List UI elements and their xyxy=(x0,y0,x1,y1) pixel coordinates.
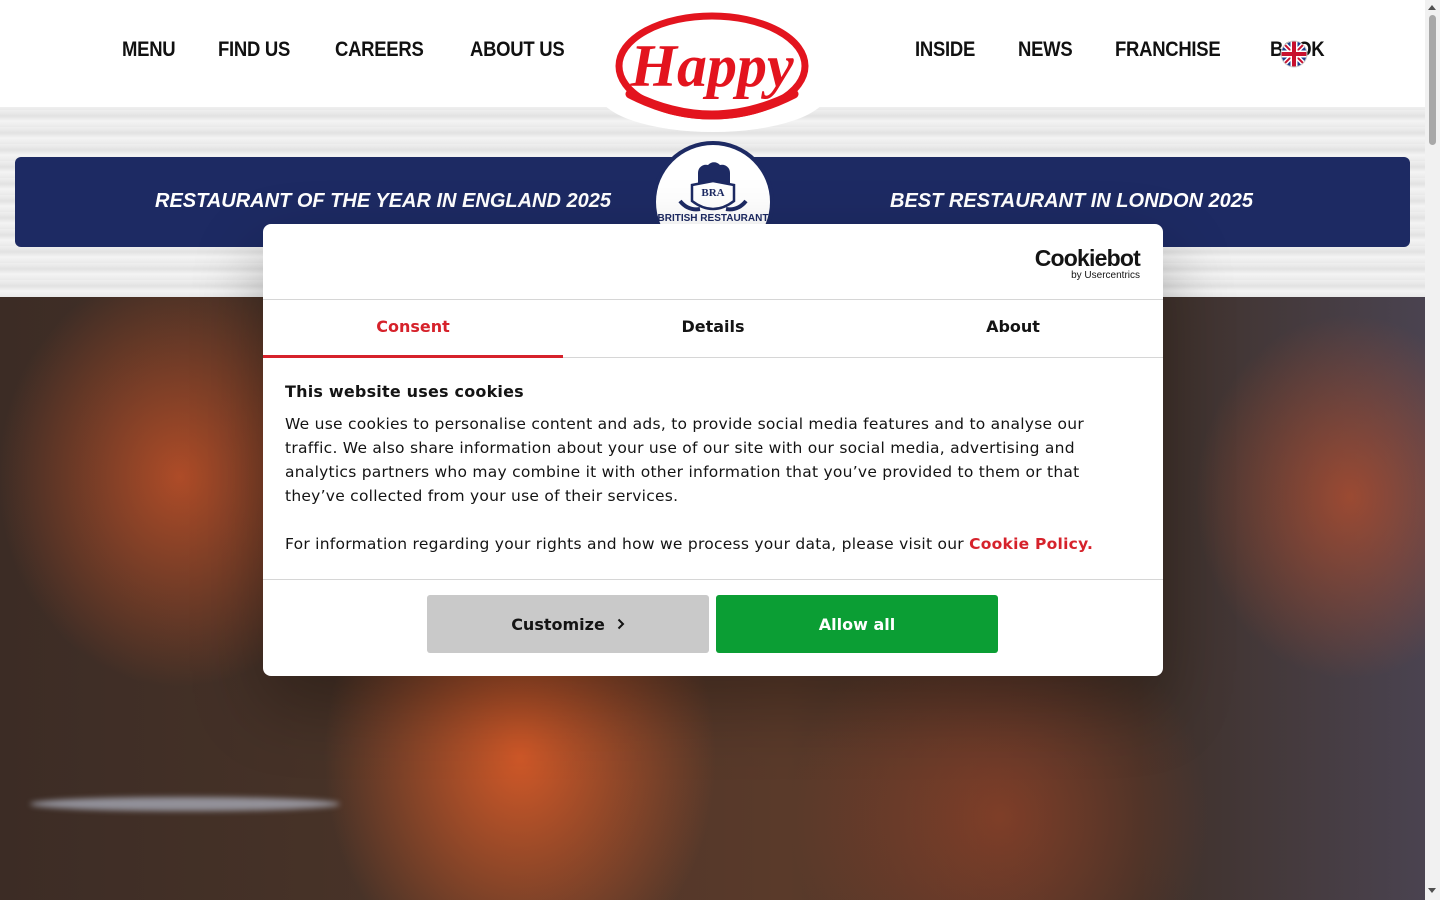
cookie-info-text: For information regarding your rights an… xyxy=(285,535,970,553)
page-scrollbar[interactable] xyxy=(1425,0,1440,900)
nav-news[interactable]: NEWS xyxy=(1018,38,1073,62)
badge-text: BRITISH RESTAURANT xyxy=(658,213,769,224)
scroll-down-icon[interactable] xyxy=(1428,888,1436,893)
cookiebot-brand-sub: by Usercentrics xyxy=(1071,270,1140,281)
hero-light-streak xyxy=(30,797,340,811)
badge-initials: BRA xyxy=(701,187,724,199)
award-right-text: BEST RESTAURANT IN LONDON 2025 xyxy=(890,190,1254,212)
nav-left: MENU FIND US CAREERS ABOUT US xyxy=(122,38,577,62)
customize-label: Customize xyxy=(511,614,605,634)
nav-franchise[interactable]: FRANCHISE xyxy=(1115,38,1221,62)
cookie-footer: Customize Allow all xyxy=(263,579,1163,653)
uk-flag-icon[interactable] xyxy=(1280,40,1308,68)
nav-right: INSIDE NEWS FRANCHISE BOOK xyxy=(915,38,1332,62)
customize-button[interactable]: Customize xyxy=(427,595,709,653)
cookie-consent-dialog: Cookiebot by Usercentrics Consent Detail… xyxy=(263,224,1163,676)
logo-container[interactable]: Happy xyxy=(598,0,828,132)
happy-logo: Happy xyxy=(615,12,809,120)
allow-all-button[interactable]: Allow all xyxy=(716,595,998,653)
logo-text: Happy xyxy=(629,33,794,99)
tab-details[interactable]: Details xyxy=(563,300,863,357)
award-left-text: RESTAURANT OF THE YEAR IN ENGLAND 2025 xyxy=(155,190,611,212)
scroll-thumb[interactable] xyxy=(1429,15,1436,145)
cookie-body: We use cookies to personalise content an… xyxy=(285,415,1084,505)
cookie-tabs: Consent Details About xyxy=(263,299,1163,358)
cookie-content: This website uses cookies We use cookies… xyxy=(285,382,1125,556)
nav-careers[interactable]: CAREERS xyxy=(335,38,424,62)
tab-about[interactable]: About xyxy=(863,300,1163,357)
chevron-right-icon xyxy=(617,618,625,630)
tab-consent[interactable]: Consent xyxy=(263,300,563,358)
nav-menu[interactable]: MENU xyxy=(122,38,176,62)
nav-find-us[interactable]: FIND US xyxy=(218,38,290,62)
nav-inside[interactable]: INSIDE xyxy=(915,38,975,62)
cookiebot-logo: Cookiebot by Usercentrics xyxy=(1034,245,1141,282)
nav-about-us[interactable]: ABOUT US xyxy=(470,38,565,62)
cookiebot-brand: Cookiebot xyxy=(1034,245,1141,271)
scroll-up-icon[interactable] xyxy=(1428,5,1436,10)
cookie-title: This website uses cookies xyxy=(285,382,524,401)
cookie-policy-link[interactable]: Cookie Policy. xyxy=(969,535,1093,553)
cookie-info: For information regarding your rights an… xyxy=(285,532,1125,556)
